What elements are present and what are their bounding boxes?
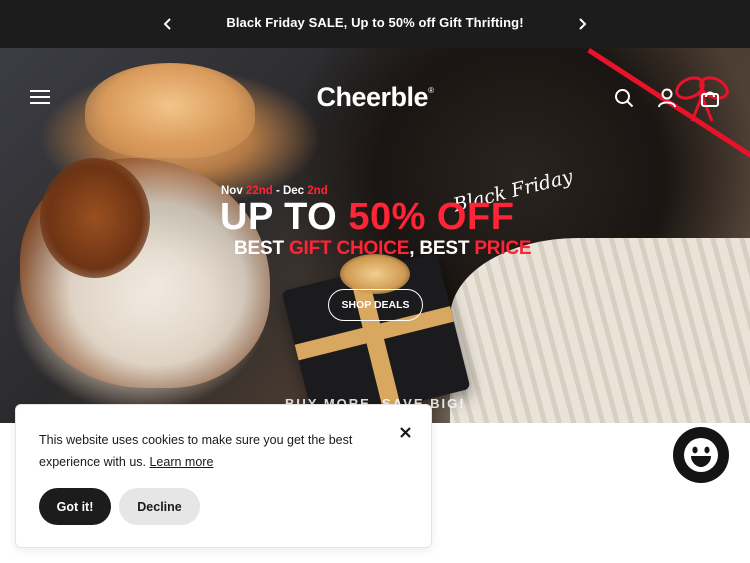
cookie-accept-button[interactable]: Got it! (39, 488, 111, 525)
brand-logo-text: Cheerble (316, 82, 429, 112)
subline-highlight-2: PRICE (474, 238, 532, 259)
announcement-bar: Black Friday SALE, Up to 50% off Gift Th… (0, 0, 750, 48)
headline-text: UP TO (220, 196, 349, 238)
cookie-banner: This website uses cookies to make sure y… (15, 404, 432, 548)
cookie-message: This website uses cookies to make sure y… (39, 429, 379, 473)
subline-text-1: BEST (234, 238, 289, 259)
hero-headline: UP TO 50% OFF (220, 196, 514, 239)
headline-highlight: 50% OFF (348, 196, 515, 238)
announcement-next-button[interactable] (572, 14, 592, 34)
registered-mark: ® (428, 86, 434, 95)
announcement-text[interactable]: Black Friday SALE, Up to 50% off Gift Th… (0, 15, 750, 30)
smiley-chat-icon (684, 438, 718, 472)
chevron-right-icon (579, 18, 587, 30)
cookie-decline-button[interactable]: Decline (119, 488, 200, 525)
chat-widget-button[interactable] (673, 427, 729, 483)
subline-text-2: , BEST (409, 238, 475, 259)
cart-button[interactable] (698, 86, 722, 110)
account-button[interactable] (655, 86, 679, 110)
hero-dog-ear (40, 158, 150, 278)
search-icon (615, 89, 634, 108)
hero-sweater-image (450, 238, 750, 423)
learn-more-link[interactable]: Learn more (149, 455, 213, 469)
shop-deals-button[interactable]: SHOP DEALS (328, 289, 423, 321)
close-icon (399, 426, 411, 438)
subline-highlight-1: GIFT CHOICE (288, 238, 410, 259)
cookie-close-button[interactable] (396, 423, 414, 441)
search-button[interactable] (612, 86, 636, 110)
hero-gift-bow (340, 254, 410, 294)
brand-logo[interactable]: Cheerble® (0, 82, 750, 113)
user-icon (658, 88, 676, 108)
hero-subline: BEST GIFT CHOICE, BEST PRICE (234, 238, 532, 260)
shopping-bag-icon (701, 91, 719, 107)
